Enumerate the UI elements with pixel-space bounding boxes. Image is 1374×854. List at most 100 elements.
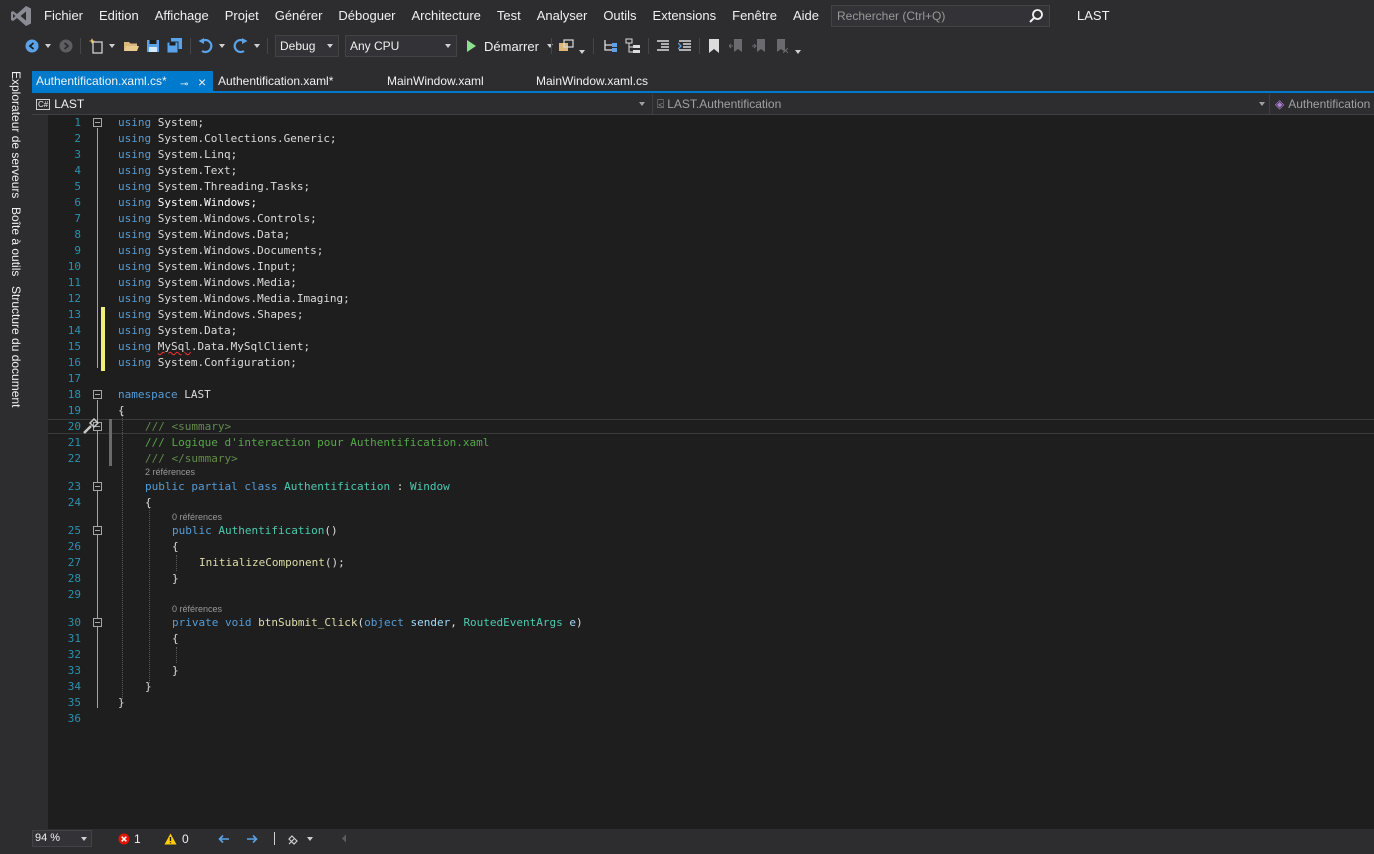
- clear-bookmarks-button[interactable]: [772, 36, 790, 56]
- close-icon[interactable]: ×: [198, 72, 206, 92]
- type-dropdown[interactable]: ⍃ LAST.Authentification: [652, 94, 1258, 114]
- comment-lines-button[interactable]: [654, 36, 672, 56]
- start-debugging-button[interactable]: Démarrer: [462, 36, 553, 56]
- new-project-dropdown[interactable]: [108, 36, 116, 56]
- next-bookmark-button[interactable]: [750, 36, 768, 56]
- server-explorer-tab[interactable]: Explorateur de serveurs: [9, 71, 23, 198]
- save-all-button[interactable]: [166, 36, 184, 56]
- code-line[interactable]: 31 {: [48, 631, 1368, 647]
- code-line[interactable]: 25 public Authentification(): [48, 523, 1368, 539]
- code-line[interactable]: 4 using System.Text;: [48, 163, 1368, 179]
- code-line[interactable]: 1 using System;: [48, 115, 1368, 131]
- code-line[interactable]: 23 public partial class Authentification …: [48, 479, 1368, 495]
- code-line[interactable]: 12 using System.Windows.Media.Imaging;: [48, 291, 1368, 307]
- menu-projet[interactable]: Projet: [217, 0, 267, 32]
- error-count-button[interactable]: 1: [118, 830, 141, 847]
- code-line[interactable]: 22 /// </summary>: [48, 451, 1368, 467]
- code-line[interactable]: 21 /// Logique d'interaction pour Authent…: [48, 435, 1368, 451]
- project-dropdown[interactable]: C# LAST: [36, 94, 646, 114]
- previous-issue-button[interactable]: [218, 830, 230, 847]
- toolbar-overflow-button[interactable]: [794, 42, 802, 62]
- toggle-bookmark-button[interactable]: [705, 36, 723, 56]
- code-line[interactable]: 14 using System.Data;: [48, 323, 1368, 339]
- save-button[interactable]: [144, 36, 162, 56]
- references-codelens[interactable]: 0 références: [172, 512, 222, 522]
- zoom-select[interactable]: 94 %: [32, 830, 92, 847]
- toolbox-tab[interactable]: Boîte à outils: [9, 207, 23, 276]
- code-line[interactable]: 16 using System.Configuration;: [48, 355, 1368, 371]
- code-line[interactable]: 9 using System.Windows.Documents;: [48, 243, 1368, 259]
- code-line[interactable]: 7 using System.Windows.Controls;: [48, 211, 1368, 227]
- references-codelens[interactable]: 0 références: [172, 604, 222, 614]
- menu-architecture[interactable]: Architecture: [404, 0, 489, 32]
- navigate-back-dropdown[interactable]: [44, 36, 52, 56]
- uncomment-lines-button[interactable]: [676, 36, 694, 56]
- browser-link-button[interactable]: [557, 36, 575, 56]
- code-line[interactable]: 28}: [48, 571, 1368, 587]
- member-dropdown[interactable]: ◈ Authentification: [1269, 94, 1374, 114]
- code-line[interactable]: 6 using System.Windows;: [48, 195, 1368, 211]
- code-line[interactable]: 34}: [48, 679, 1368, 695]
- menu-extensions[interactable]: Extensions: [645, 0, 725, 32]
- indicator-margin[interactable]: [32, 115, 48, 829]
- search-box[interactable]: [831, 5, 1050, 27]
- navigate-back-button[interactable]: [24, 36, 40, 56]
- solution-configuration-select[interactable]: Debug: [275, 35, 339, 57]
- navigate-forward-button[interactable]: [58, 36, 74, 56]
- tab-mainwindow-xaml-cs[interactable]: MainWindow.xaml.cs: [532, 71, 692, 91]
- pin-icon[interactable]: ⊸: [180, 75, 188, 95]
- code-line[interactable]: 8 using System.Windows.Data;: [48, 227, 1368, 243]
- code-line[interactable]: 2 using System.Collections.Generic;: [48, 131, 1368, 147]
- menu-affichage[interactable]: Affichage: [147, 0, 217, 32]
- redo-button[interactable]: [231, 36, 249, 56]
- code-line[interactable]: 33}: [48, 663, 1368, 679]
- code-line[interactable]: 35}: [48, 695, 1368, 711]
- code-line[interactable]: 17: [48, 371, 1368, 387]
- menu-outils[interactable]: Outils: [595, 0, 644, 32]
- code-line[interactable]: 3 using System.Linq;: [48, 147, 1368, 163]
- code-line[interactable]: 26 {: [48, 539, 1368, 555]
- previous-bookmark-button[interactable]: [727, 36, 745, 56]
- code-line[interactable]: 20 /// <summary>: [48, 419, 1368, 435]
- tab-authentification-xaml[interactable]: Authentification.xaml*: [214, 71, 374, 91]
- search-input[interactable]: [832, 6, 1022, 26]
- warning-count-button[interactable]: 0: [164, 830, 189, 847]
- code-line[interactable]: 13 using System.Windows.Shapes;: [48, 307, 1368, 323]
- references-codelens[interactable]: 2 références: [145, 467, 195, 477]
- menu-fichier[interactable]: Fichier: [36, 0, 91, 32]
- code-line[interactable]: 32: [48, 647, 1368, 663]
- menu-generer[interactable]: Générer: [267, 0, 331, 32]
- tab-mainwindow-xaml[interactable]: MainWindow.xaml: [383, 71, 523, 91]
- menu-aide[interactable]: Aide: [785, 0, 827, 32]
- code-line[interactable]: 10 using System.Windows.Input;: [48, 259, 1368, 275]
- solution-platform-select[interactable]: Any CPU: [345, 35, 457, 57]
- code-line[interactable]: 29: [48, 587, 1368, 603]
- horizontal-scrollbar[interactable]: [340, 833, 1370, 844]
- code-line[interactable]: 27 InitializeComponent();: [48, 555, 1368, 571]
- undo-button[interactable]: [197, 36, 215, 56]
- code-line[interactable]: 5 using System.Threading.Tasks;: [48, 179, 1368, 195]
- code-editor[interactable]: 1 using System; 2 using System.Collections…: [32, 115, 1374, 829]
- tab-authentification-xaml-cs[interactable]: Authentification.xaml.cs* ⊸ ×: [32, 71, 213, 91]
- browser-link-dropdown[interactable]: [578, 42, 586, 62]
- step-into-button[interactable]: [602, 36, 620, 56]
- undo-dropdown[interactable]: [218, 36, 226, 56]
- code-line[interactable]: 15 using MySql.Data.MySqlClient;: [48, 339, 1368, 355]
- next-issue-button[interactable]: [246, 830, 258, 847]
- code-line[interactable]: 11 using System.Windows.Media;: [48, 275, 1368, 291]
- search-icon[interactable]: [1028, 8, 1044, 24]
- open-file-button[interactable]: [122, 36, 140, 56]
- code-line[interactable]: 30 private void btnSubmit_Click(object se…: [48, 615, 1368, 631]
- menu-edition[interactable]: Edition: [91, 0, 147, 32]
- document-outline-tab[interactable]: Structure du document: [9, 286, 23, 407]
- new-project-button[interactable]: [88, 36, 106, 56]
- class-view-button[interactable]: [624, 36, 642, 56]
- menu-deboguer[interactable]: Déboguer: [330, 0, 403, 32]
- menu-test[interactable]: Test: [489, 0, 529, 32]
- code-line[interactable]: 24 {: [48, 495, 1368, 511]
- menu-analyser[interactable]: Analyser: [529, 0, 596, 32]
- code-cleanup-button[interactable]: [288, 830, 313, 847]
- code-line[interactable]: 19 {: [48, 403, 1368, 419]
- redo-dropdown[interactable]: [253, 36, 261, 56]
- menu-fenetre[interactable]: Fenêtre: [724, 0, 785, 32]
